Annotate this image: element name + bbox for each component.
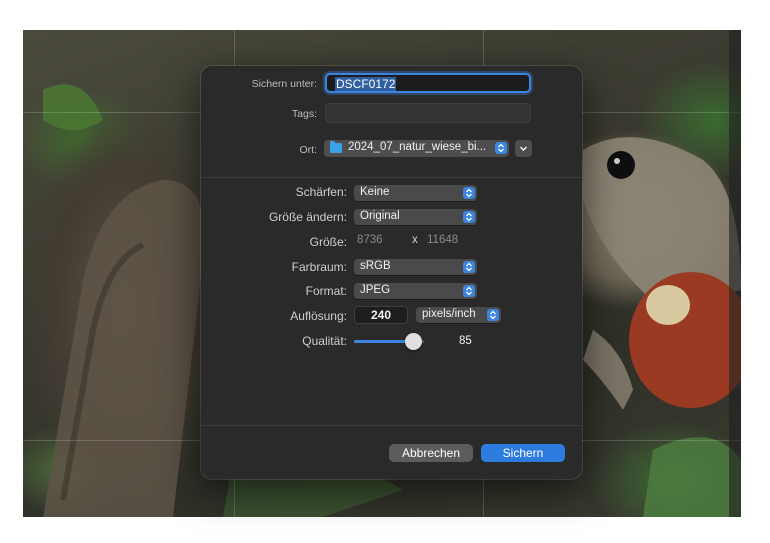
save-as-label: Sichern unter: [251,78,317,90]
chevron-updown-icon [495,142,507,154]
chevron-updown-icon [463,187,475,199]
divider [201,177,582,178]
chevron-updown-icon [463,261,475,273]
save-button[interactable]: Sichern [481,444,565,462]
folder-icon [330,141,342,153]
resolution-input[interactable]: 240 [354,306,408,324]
quality-label: Qualität: [302,334,347,348]
colorspace-popup[interactable]: sRGB [354,259,477,275]
resolution-unit-popup[interactable]: pixels/inch [416,307,501,323]
size-height-field: 11648 [427,234,459,246]
resize-label: Größe ändern: [268,210,347,224]
divider [201,425,582,426]
size-separator: x [412,234,418,246]
location-popup[interactable]: 2024_07_natur_wiese_bi... [324,140,509,157]
quality-slider-knob[interactable] [405,333,422,350]
tags-label: Tags: [291,108,317,120]
chevron-updown-icon [463,285,475,297]
sharpen-popup[interactable]: Keine [354,185,477,201]
resize-popup[interactable]: Original [354,209,477,225]
location-value: 2024_07_natur_wiese_bi... [348,141,487,153]
chevron-updown-icon [487,309,499,321]
resolution-value: 240 [370,308,392,322]
format-value: JPEG [360,284,391,296]
photo-edge [729,30,741,517]
resolution-label: Auflösung: [290,309,347,323]
resize-value: Original [360,210,400,222]
sharpen-label: Schärfen: [295,185,347,199]
chevron-updown-icon [463,211,475,223]
location-label: Ort: [299,144,318,156]
resolution-unit-value: pixels/inch [422,308,476,320]
quality-value: 85 [459,335,472,347]
filename-value: DSCF0172 [335,77,397,91]
chevron-down-icon [515,146,532,160]
colorspace-label: Farbraum: [291,260,347,274]
expand-button[interactable] [515,140,532,157]
size-width-field: 8736 [357,234,383,246]
quality-slider[interactable] [354,333,424,350]
sharpen-value: Keine [360,186,390,198]
filename-input[interactable]: DSCF0172 [325,73,531,93]
format-popup[interactable]: JPEG [354,283,477,299]
size-label: Größe: [309,235,347,249]
colorspace-value: sRGB [360,260,391,272]
cancel-button[interactable]: Abbrechen [389,444,473,462]
export-dialog: Sichern unter: DSCF0172 Tags: Ort: 2024_… [201,66,582,479]
format-label: Format: [305,284,347,298]
tags-input[interactable] [325,103,531,123]
